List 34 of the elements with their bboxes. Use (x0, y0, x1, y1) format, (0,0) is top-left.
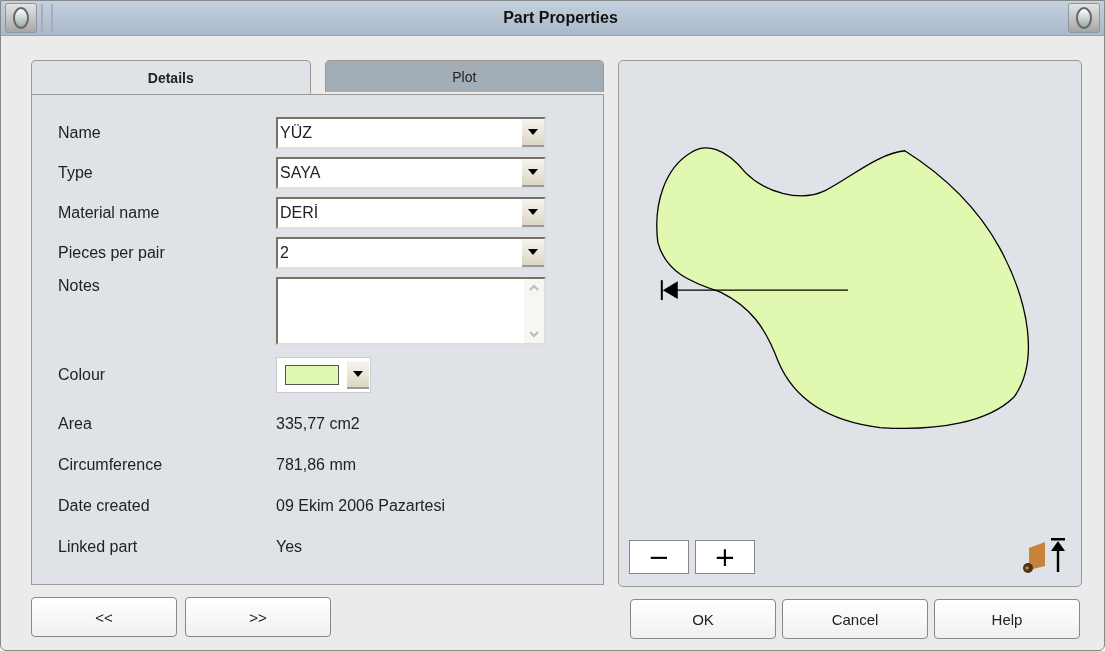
nav-button[interactable]: << (31, 597, 177, 637)
field-label: Linked part (58, 538, 139, 556)
field-label: Colour (58, 366, 107, 384)
combo-box[interactable]: SAYA (276, 157, 546, 189)
combo-box[interactable]: 2 (276, 237, 546, 269)
dialog-button[interactable]: Cancel (782, 599, 928, 639)
field-value: 781,86 mm (276, 456, 357, 474)
zoom-button[interactable]: − (629, 540, 689, 574)
field-label: Area (58, 415, 93, 433)
arrow-icon (660, 279, 849, 302)
tab[interactable]: Plot (324, 60, 604, 92)
field-value: Yes (276, 538, 303, 556)
window-title: Part Properties (502, 9, 619, 27)
field-label: Name (58, 124, 102, 142)
combo-box[interactable]: YÜZ (276, 117, 546, 149)
field-label: Notes (58, 277, 101, 295)
field-label: Circumference (58, 456, 164, 474)
field-label: Date created (58, 497, 151, 515)
dialog-button[interactable]: OK (630, 599, 776, 639)
field-label: Material name (58, 204, 161, 222)
field-label: Pieces per pair (58, 244, 166, 262)
dialog-button[interactable]: Help (934, 599, 1080, 639)
window-menu-button[interactable] (5, 3, 37, 33)
nav-button[interactable]: >> (185, 597, 331, 637)
combo-box[interactable]: DERİ (276, 197, 546, 229)
colour-picker[interactable] (276, 357, 371, 393)
field-label: Type (58, 164, 94, 182)
align-top-icon[interactable] (1049, 536, 1067, 574)
grip-icon (41, 4, 53, 32)
zoom-button[interactable]: + (695, 540, 755, 574)
field-value: 335,77 cm2 (276, 415, 360, 433)
tab[interactable]: Details (31, 60, 311, 94)
maximize-button[interactable] (1068, 3, 1100, 33)
field-value: 09 Ekim 2006 Pazartesi (276, 497, 445, 515)
